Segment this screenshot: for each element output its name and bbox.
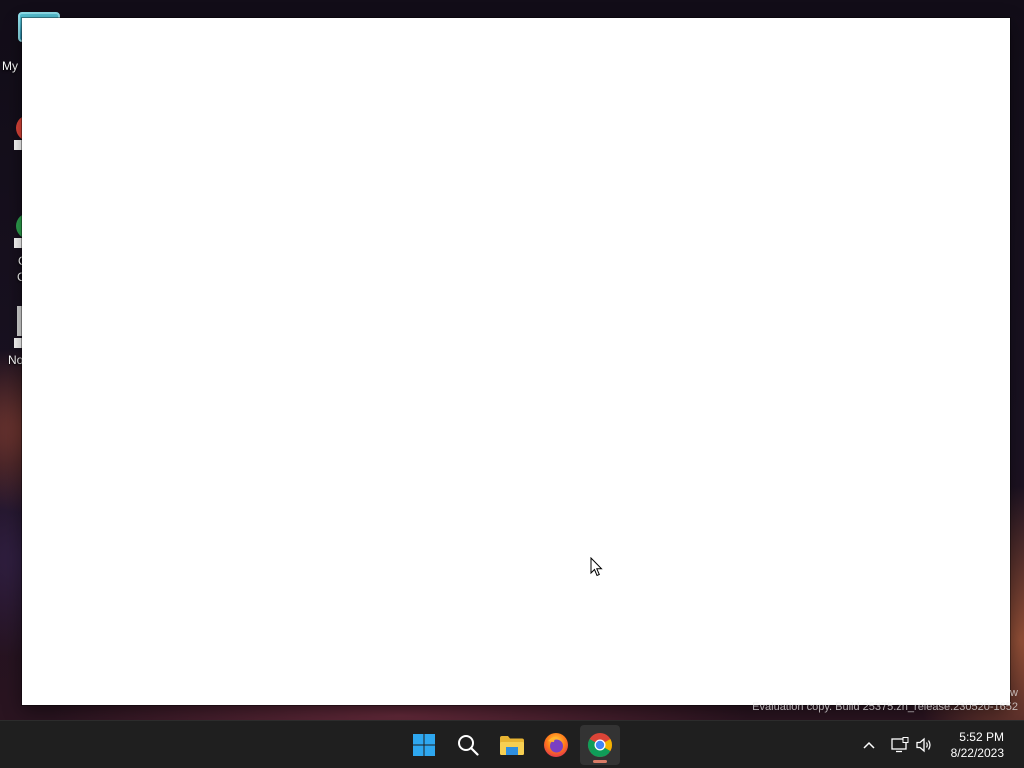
watermark-line2: Evaluation copy. Build 25375.zn_release.… xyxy=(752,701,1018,713)
taskbar-firefox-button[interactable] xyxy=(536,725,576,765)
taskbar xyxy=(0,720,1024,768)
desktop-icon-label: My xyxy=(2,59,18,73)
clock-date: 8/22/2023 xyxy=(950,746,1004,760)
blank-app-window[interactable] xyxy=(22,18,1010,705)
desktop: My C C No w Evaluation copy. Build 25375… xyxy=(0,0,1024,720)
shortcut-arrow-icon xyxy=(14,338,22,348)
tray-volume-button[interactable] xyxy=(912,733,936,757)
firefox-icon xyxy=(544,733,568,757)
tray-network-button[interactable] xyxy=(888,733,912,757)
taskbar-chrome-button[interactable] xyxy=(580,725,620,765)
search-icon xyxy=(458,735,479,756)
taskbar-clock[interactable]: 5:52 PM 8/22/2023 xyxy=(951,729,1004,761)
watermark-line1: w xyxy=(1010,687,1018,699)
taskbar-start-button[interactable] xyxy=(404,725,444,765)
folder-icon xyxy=(500,736,524,755)
shortcut-arrow-icon xyxy=(14,140,22,150)
chevron-up-icon xyxy=(863,741,875,749)
chrome-icon xyxy=(587,733,612,758)
mouse-cursor-icon xyxy=(590,557,603,577)
shortcut-arrow-icon xyxy=(14,238,22,248)
active-app-indicator xyxy=(593,760,607,763)
taskbar-search-button[interactable] xyxy=(448,725,488,765)
volume-icon xyxy=(916,737,931,753)
evaluation-watermark: w Evaluation copy. Build 25375.zn_releas… xyxy=(752,686,1018,714)
windows-start-icon xyxy=(413,734,435,756)
network-icon xyxy=(891,737,909,753)
tray-overflow-button[interactable] xyxy=(857,733,881,757)
clock-time: 5:52 PM xyxy=(959,730,1004,744)
taskbar-file-explorer-button[interactable] xyxy=(492,725,532,765)
